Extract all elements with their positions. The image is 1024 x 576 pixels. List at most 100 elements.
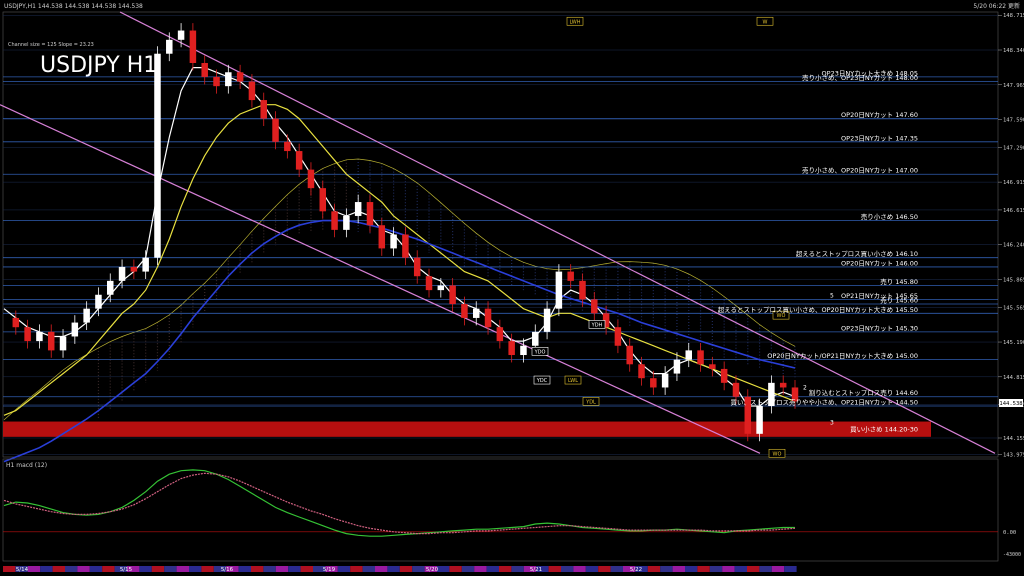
- time-strip-segment: [387, 566, 400, 572]
- candle-body: [413, 257, 421, 277]
- time-strip-segment: [263, 566, 276, 572]
- time-strip-segment: [511, 566, 524, 572]
- time-strip-segment: [375, 566, 388, 572]
- time-strip-segment: [139, 566, 152, 572]
- time-strip-segment: [499, 566, 512, 572]
- candle-body: [555, 271, 563, 309]
- time-strip-segment: [176, 566, 189, 572]
- x-tick-label: 5/14: [16, 567, 29, 573]
- candle-body: [307, 169, 315, 189]
- buy-zone-band: [3, 421, 931, 437]
- time-strip-segment: [734, 566, 747, 572]
- time-strip-segment: [709, 566, 723, 572]
- candle-body: [24, 327, 31, 342]
- time-strip-segment: [251, 566, 264, 572]
- time-strip-segment: [40, 566, 53, 572]
- time-strip-segment: [300, 566, 313, 572]
- candle-body: [378, 225, 386, 249]
- candle-body: [272, 118, 279, 142]
- time-strip-segment: [65, 566, 78, 572]
- y-tick-label: 145.865: [1003, 277, 1024, 283]
- buy-zone-label: 買い小さめ 144.20-30: [850, 425, 918, 434]
- price-level-label: 売り小さめ 146.50: [861, 212, 918, 221]
- buy-zone: 買い小さめ 144.20-30: [3, 421, 931, 437]
- candle-body: [579, 280, 586, 300]
- candle-body: [614, 327, 622, 346]
- x-tick-label: 5/20: [426, 567, 439, 573]
- time-strip-segment: [697, 566, 710, 572]
- session-tag-label: YDH: [591, 322, 603, 328]
- session-tag-label: YDC: [536, 378, 548, 384]
- candle-body: [673, 359, 681, 374]
- price-level-label: OP20日NYカット 147.60: [841, 111, 918, 119]
- time-strip-segment: [52, 566, 65, 572]
- time-strip-segment: [399, 566, 413, 572]
- candle-body: [661, 373, 669, 388]
- time-strip-segment: [598, 566, 611, 572]
- price-level-label: 買い、ストップロス売りやや小さめ、OP21日NYカット 144.50: [731, 398, 918, 407]
- candle-body: [425, 276, 433, 291]
- price-level-label: OP20日NYカット/OP21日NYカット大きめ 145.00: [767, 351, 918, 360]
- price-level-label: 割り込むとストップロス売り 144.60: [809, 388, 918, 397]
- candle-body: [319, 188, 327, 212]
- candle-body: [626, 345, 633, 365]
- channel-number-label: 3: [830, 420, 834, 427]
- time-strip-segment: [771, 566, 785, 572]
- price-level-label: 超えるとストップロス買い小さめ 146.10: [796, 249, 918, 258]
- y-tick-label: 146.240: [1003, 243, 1024, 249]
- candle-body: [12, 317, 20, 328]
- y-tick-label: 147.590: [1003, 118, 1024, 124]
- candle-body: [650, 378, 657, 388]
- y-tick-label: 144.815: [1003, 375, 1024, 381]
- time-strip-segment: [449, 566, 462, 572]
- price-level-label: OP23日NYカット 145.30: [841, 324, 918, 332]
- candle-body: [225, 72, 232, 87]
- candle-body: [732, 382, 740, 397]
- candle-body: [189, 30, 197, 63]
- time-strip-segment: [151, 566, 165, 572]
- candle-body: [248, 81, 256, 101]
- candle-body: [366, 202, 374, 226]
- macd-panel-title: H1 macd (12): [6, 462, 47, 469]
- candle-body: [779, 382, 787, 388]
- time-strip-segment: [548, 566, 561, 572]
- time-strip-segment: [561, 566, 574, 572]
- candle-body: [520, 345, 527, 356]
- candle-body: [709, 364, 716, 369]
- x-tick-label: 5/22: [630, 567, 642, 573]
- y-tick-label: 148.340: [1003, 48, 1024, 54]
- candle-body: [354, 202, 362, 216]
- candle-body: [201, 62, 208, 77]
- candle-body: [567, 271, 574, 281]
- candle-body: [130, 266, 138, 272]
- time-strip-segment: [337, 566, 351, 572]
- time-strip-segment: [647, 566, 661, 572]
- candle-body: [484, 308, 492, 328]
- candle-body: [154, 53, 161, 258]
- candle-body: [177, 30, 185, 40]
- candle-body: [720, 368, 728, 383]
- y-tick-label: 144.155: [1003, 436, 1024, 442]
- y-tick-label: 145.190: [1003, 340, 1024, 346]
- time-strip-segment: [610, 566, 623, 572]
- candle-body: [71, 322, 79, 337]
- price-level-label: 売り小さめ、OP23日NYカット 148.00: [802, 73, 918, 82]
- time-strip-segment: [27, 566, 41, 572]
- time-strip-segment: [288, 566, 301, 572]
- time-strip-segment: [759, 566, 772, 572]
- time-strip-segment: [102, 566, 115, 572]
- x-tick-label: 5/16: [221, 567, 234, 573]
- session-tag-label: LWL: [568, 378, 578, 384]
- candle-body: [47, 331, 55, 351]
- header-symbol-info: USDJPY,H1 144.538 144.538 144.538 144.53…: [4, 3, 143, 10]
- price-level-label: 売り 145.60: [880, 296, 918, 305]
- candle-body: [532, 331, 539, 346]
- candle-body: [496, 327, 504, 342]
- time-strip-segment: [412, 566, 425, 572]
- time-strip-segment: [672, 566, 685, 572]
- x-tick-label: 5/19: [323, 567, 336, 573]
- price-level-label: 超えるとストップロス買い小さめ、OP20日NYカット大きめ 145.50: [718, 305, 918, 314]
- time-strip-segment: [461, 566, 475, 572]
- time-strip-segment: [573, 566, 586, 572]
- y-tick-label: 146.615: [1003, 208, 1024, 214]
